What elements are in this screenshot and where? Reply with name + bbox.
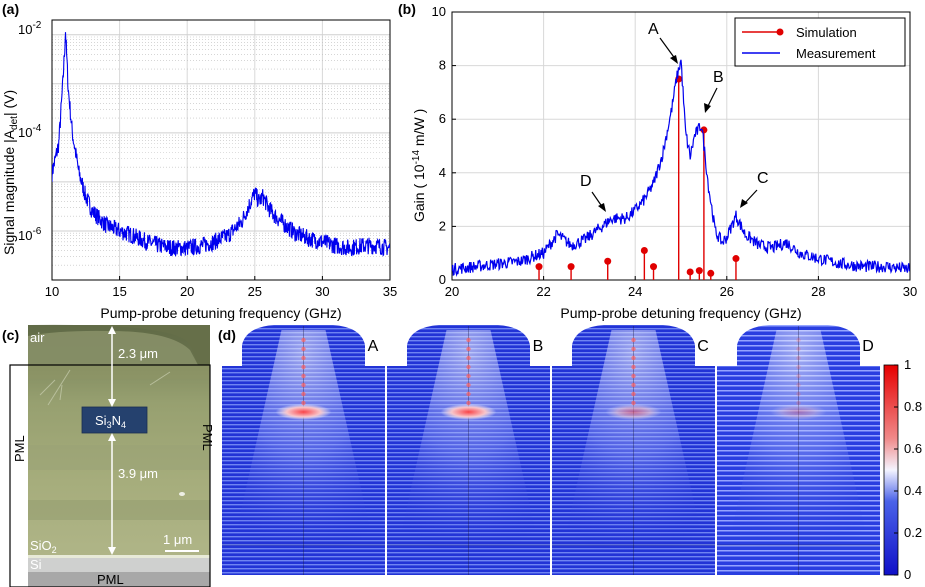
simulation-point [686, 268, 694, 276]
annotation-D-arrowhead [598, 203, 606, 212]
simulation-point [535, 263, 543, 271]
panel-b-measurement-line [452, 59, 910, 278]
b-xtick-label: 30 [903, 284, 917, 299]
b-ytick-label: 0 [439, 272, 446, 287]
air-label: air [30, 330, 45, 345]
field-maps: A B C D [222, 325, 880, 575]
figure: (a) 10 15 20 25 30 35 10-2 10-4 10-6 Signal m… [1, 1, 922, 587]
colorbar-tick-label: 0 [904, 567, 911, 582]
field-map-label: D [862, 338, 874, 355]
simulation-point [567, 263, 575, 271]
simulation-point [640, 247, 648, 255]
pml-bottom-label: PML [97, 572, 124, 587]
simulation-point [604, 257, 612, 265]
legend-measurement-label: Measurement [796, 46, 876, 61]
b-ytick-label: 6 [439, 111, 446, 126]
annotation-B-arrowhead [704, 103, 711, 113]
scale-bar [165, 550, 199, 552]
legend-simulation-label: Simulation [796, 25, 857, 40]
panel-c-label: (c) [2, 327, 19, 343]
annotation-A-arrowhead [670, 55, 678, 64]
b-ytick-label: 8 [439, 58, 446, 73]
a-xtick-label: 15 [112, 284, 126, 299]
simulation-point [707, 269, 715, 277]
panel-a-label: (a) [2, 1, 19, 17]
pml-right-label: PML [200, 424, 215, 451]
b-ytick-label: 4 [439, 165, 446, 180]
annotation-A: A [648, 21, 659, 38]
field-map-a: A [222, 325, 385, 575]
b-xtick-label: 28 [811, 284, 825, 299]
legend-simulation-marker [776, 28, 784, 36]
pml-left-label: PML [12, 435, 27, 462]
a-xtick-label: 10 [45, 284, 59, 299]
panel-b-legend: Simulation Measurement [734, 17, 906, 67]
b-xtick-label: 26 [720, 284, 734, 299]
panel-d: (d) A B C D 1 0.8 0.6 0.4 0.2 0 [218, 325, 922, 582]
b-xtick-label: 20 [445, 284, 459, 299]
panel-a-x-ticks: 10 15 20 25 30 35 [45, 276, 397, 299]
panel-d-label: (d) [218, 327, 236, 343]
a-xtick-label: 30 [315, 284, 329, 299]
a-xtick-label: 35 [383, 284, 397, 299]
panel-b: (b) 20 22 24 26 28 300246810 A B C D Simulati… [398, 1, 917, 321]
dim-2-3um-label: 2.3 μm [118, 346, 158, 361]
panel-c: (c) Si3N4 air 2.3 μm 3.9 μm PML PML SiO2… [2, 324, 215, 587]
colorbar-tick-label: 0.2 [904, 525, 922, 540]
field-map-d: D [717, 325, 880, 575]
a-ytick-1e-6: 10-6 [18, 226, 42, 243]
colorbar-tick-label: 0.4 [904, 483, 922, 498]
annotation-C: C [757, 170, 769, 187]
b-ytick-label: 2 [439, 218, 446, 233]
a-xtick-label: 25 [248, 284, 262, 299]
simulation-point [650, 263, 658, 271]
simulation-point [732, 255, 740, 263]
panel-b-label: (b) [398, 1, 416, 17]
field-map-label: B [533, 338, 544, 355]
field-map-c: C [552, 325, 715, 575]
a-ytick-1e-2: 10-2 [18, 20, 42, 37]
b-xtick-label: 24 [628, 284, 642, 299]
colorbar: 1 0.8 0.6 0.4 0.2 0 [883, 357, 922, 582]
panel-b-y-axis-title: Gain ( 10-14 m/W ) [411, 109, 427, 222]
colorbar-scale [883, 364, 899, 576]
annotation-D: D [580, 173, 592, 190]
a-ytick-1e-4: 10-4 [18, 123, 42, 140]
b-ytick-label: 10 [432, 4, 446, 19]
colorbar-tick-label: 0.6 [904, 441, 922, 456]
panel-a-signal-line [52, 32, 390, 257]
scale-bar-label: 1 μm [163, 532, 192, 547]
field-map-b: B [387, 325, 550, 575]
dim-3-9um-label: 3.9 μm [118, 466, 158, 481]
si-label: Si [30, 557, 42, 572]
colorbar-tick-label: 0.8 [904, 399, 922, 414]
field-map-label: C [697, 338, 709, 355]
panel-a: (a) 10 15 20 25 30 35 10-2 10-4 10-6 Signal m… [1, 1, 397, 321]
panel-a-x-axis-title: Pump-probe detuning frequency (GHz) [100, 305, 341, 321]
simulation-point [695, 267, 703, 275]
panel-b-x-axis-title: Pump-probe detuning frequency (GHz) [560, 305, 801, 321]
b-xtick-label: 22 [536, 284, 550, 299]
a-xtick-label: 20 [180, 284, 194, 299]
field-map-label: A [368, 338, 379, 355]
annotation-B: B [713, 69, 724, 86]
panel-a-y-ticks: 10-2 10-4 10-6 [18, 20, 42, 243]
colorbar-tick-label: 1 [904, 357, 911, 372]
